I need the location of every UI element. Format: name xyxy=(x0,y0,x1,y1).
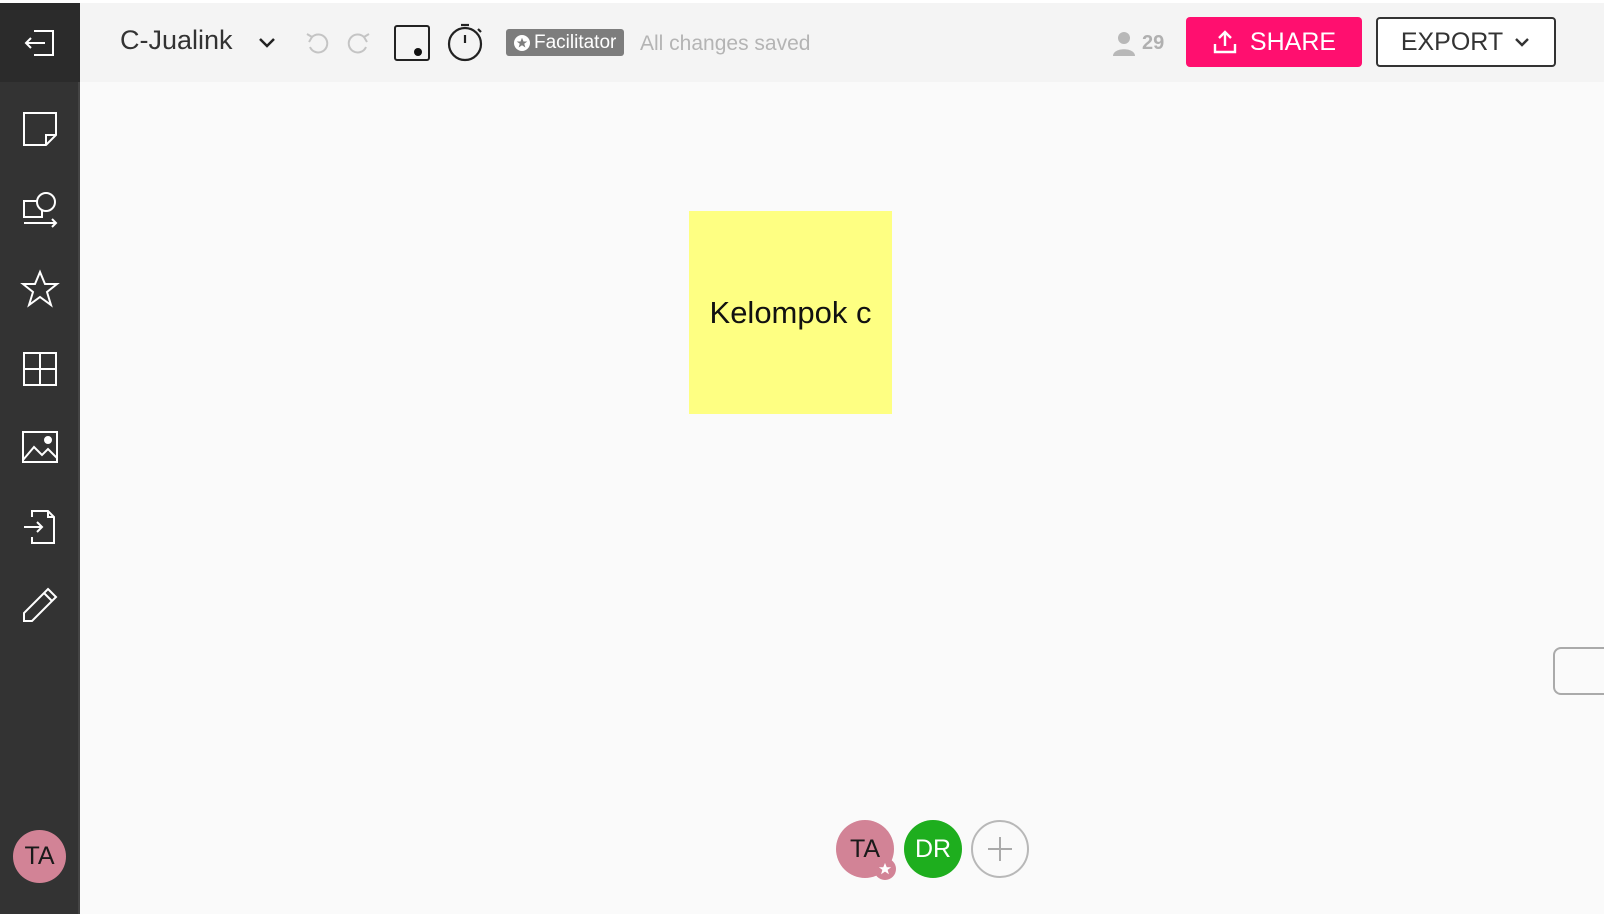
chevron-down-icon xyxy=(1515,38,1530,47)
app-root: TA C-Jualink Facilitator All changes sav… xyxy=(0,0,1604,914)
collaborator-initials: TA xyxy=(849,834,881,863)
sticky-note[interactable]: Kelompok c xyxy=(689,211,892,414)
board-canvas[interactable]: Kelompok c xyxy=(80,82,1604,914)
sidebar-item-draw[interactable] xyxy=(0,573,80,637)
header-toolbar: C-Jualink Facilitator All changes saved … xyxy=(80,3,1604,82)
redo-icon[interactable] xyxy=(344,29,372,57)
participants-counter[interactable]: 29 xyxy=(1110,29,1164,57)
board-title[interactable]: C-Jualink xyxy=(120,25,233,56)
grid-icon xyxy=(23,352,57,386)
shapes-icon xyxy=(23,192,58,228)
sidebar-item-image[interactable] xyxy=(0,415,80,479)
share-button[interactable]: SHARE xyxy=(1186,17,1362,67)
add-collaborator-button[interactable] xyxy=(971,820,1029,878)
sidebar-item-grid[interactable] xyxy=(0,337,80,401)
export-label: EXPORT xyxy=(1400,27,1504,56)
chevron-down-icon[interactable] xyxy=(256,31,278,53)
focus-dot-icon xyxy=(414,48,422,56)
save-status: All changes saved xyxy=(640,32,811,55)
sidebar: TA xyxy=(0,3,80,914)
collaborator-initials: DR xyxy=(914,834,952,863)
user-avatar[interactable]: TA xyxy=(13,830,66,883)
presentation-mode-button[interactable] xyxy=(394,25,430,61)
facilitator-badge: Facilitator xyxy=(506,29,625,56)
owner-star-icon xyxy=(874,858,896,880)
image-icon xyxy=(22,431,58,463)
share-label: SHARE xyxy=(1249,27,1337,56)
collaborator-avatar-ta[interactable]: TA xyxy=(836,820,896,880)
person-icon xyxy=(1113,32,1135,56)
sticky-note-icon xyxy=(23,112,57,146)
sidebar-item-shapes[interactable] xyxy=(0,177,80,241)
star-icon xyxy=(20,269,60,308)
export-button[interactable]: EXPORT xyxy=(1376,17,1556,67)
plus-icon xyxy=(988,837,1012,861)
undo-icon[interactable] xyxy=(304,29,332,57)
right-panel-toggle[interactable] xyxy=(1553,647,1604,695)
timer-icon[interactable] xyxy=(444,21,486,63)
pencil-icon xyxy=(23,587,58,622)
participants-count: 29 xyxy=(1142,31,1165,54)
facilitator-star-icon xyxy=(514,34,530,51)
sidebar-item-templates[interactable] xyxy=(0,257,80,321)
exit-icon xyxy=(24,29,54,56)
import-icon xyxy=(24,510,55,544)
sidebar-item-sticky-note[interactable] xyxy=(0,97,80,161)
exit-board-button[interactable] xyxy=(0,3,80,82)
sidebar-item-import[interactable] xyxy=(0,495,80,559)
facilitator-label: Facilitator xyxy=(534,31,617,53)
upload-icon xyxy=(1213,30,1237,54)
collaborator-avatar-dr[interactable]: DR xyxy=(904,820,962,878)
